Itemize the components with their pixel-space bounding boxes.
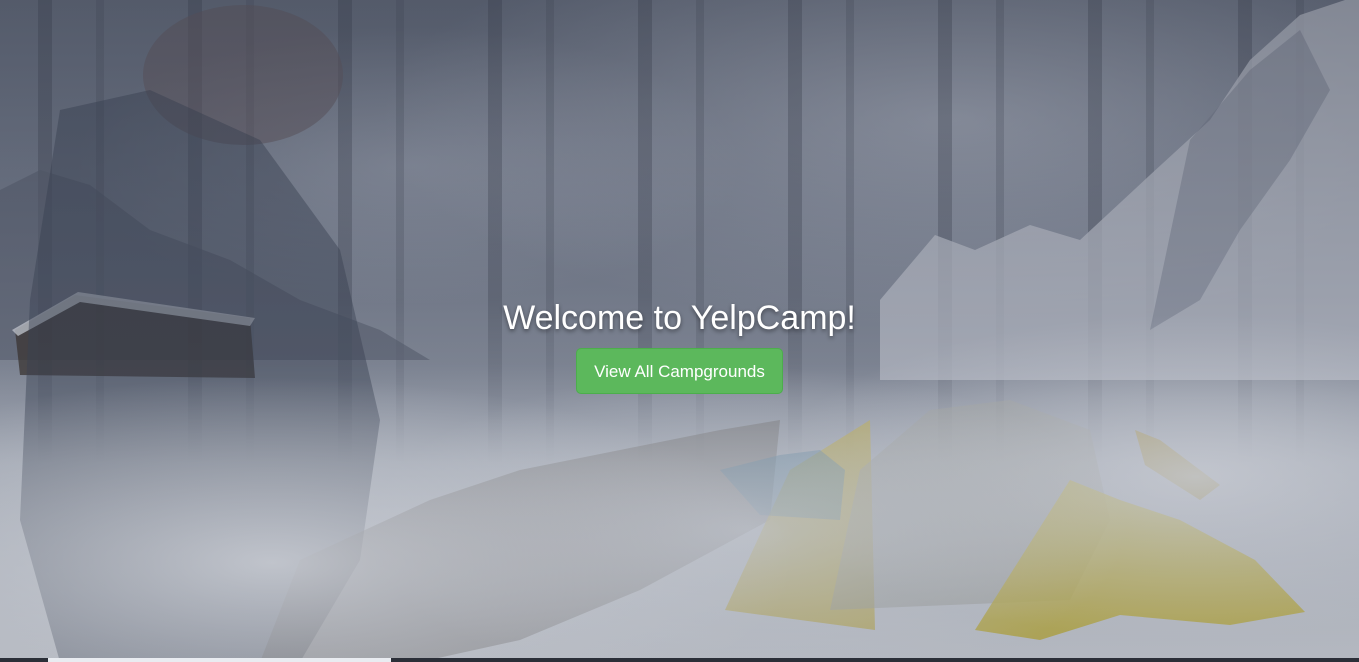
scrollbar-thumb[interactable] xyxy=(48,658,391,662)
page-title: Welcome to YelpCamp! xyxy=(503,299,856,337)
landing-page: Welcome to YelpCamp! View All Campground… xyxy=(0,0,1359,662)
hero: Welcome to YelpCamp! View All Campground… xyxy=(0,298,1359,394)
horizontal-scrollbar[interactable] xyxy=(0,658,1359,662)
view-all-campgrounds-button[interactable]: View All Campgrounds xyxy=(576,348,783,394)
